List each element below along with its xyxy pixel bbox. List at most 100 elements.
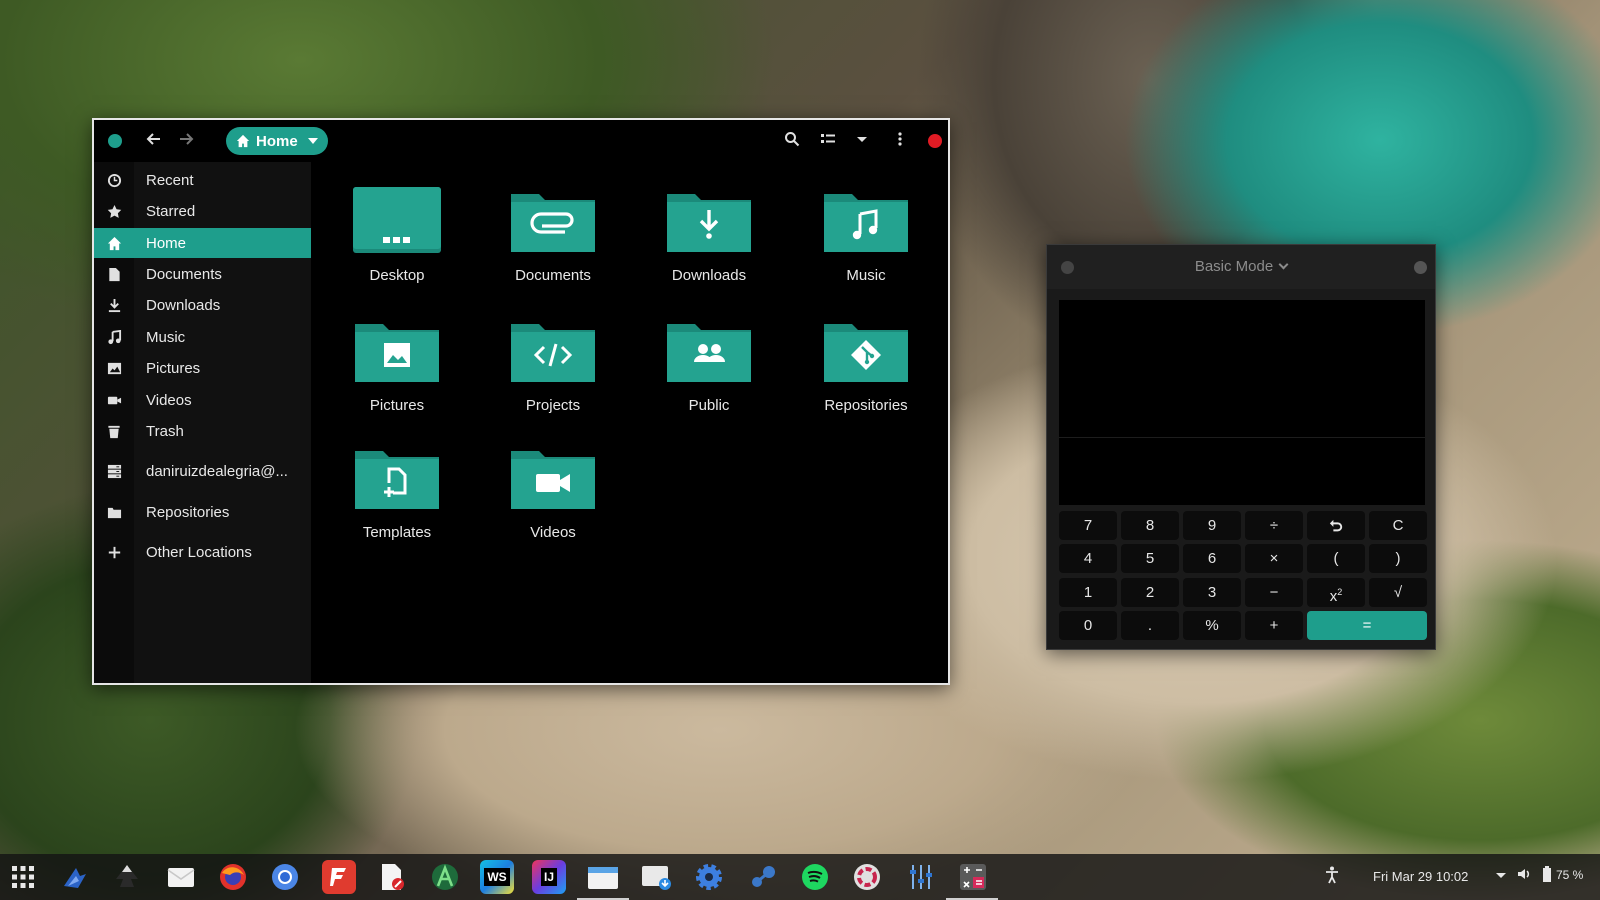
key-undo[interactable] <box>1307 511 1365 540</box>
people-icon <box>667 324 751 382</box>
back-arrow-icon[interactable] <box>144 131 164 151</box>
close-button[interactable] <box>928 134 942 148</box>
folder-documents[interactable]: Documents <box>478 186 628 306</box>
downloader-icon[interactable] <box>640 860 674 894</box>
folder-label: Documents <box>515 267 591 284</box>
sidebar-item-downloads[interactable]: Downloads <box>94 290 311 320</box>
view-options-dropdown-icon[interactable] <box>852 131 872 151</box>
key-2[interactable]: 2 <box>1121 578 1179 607</box>
folder-public[interactable]: Public <box>634 316 784 436</box>
calculator-icon[interactable] <box>956 860 990 894</box>
webstorm-icon[interactable]: WS <box>480 860 514 894</box>
list-view-icon[interactable] <box>818 131 838 151</box>
key-4[interactable]: 4 <box>1059 544 1117 573</box>
template-icon <box>355 451 439 509</box>
sidebar-item-label: Music <box>146 328 186 346</box>
tux-racer-icon[interactable] <box>58 860 92 894</box>
desktop-dots-icon <box>353 187 441 253</box>
key-1[interactable]: 1 <box>1059 578 1117 607</box>
window-menu-button[interactable] <box>108 134 122 148</box>
star-icon <box>94 204 134 219</box>
sidebar-item-home[interactable]: Home <box>94 228 311 258</box>
close-button[interactable] <box>1414 261 1427 274</box>
battery-icon[interactable] <box>1542 866 1552 885</box>
key-square-root[interactable]: √ <box>1369 578 1427 607</box>
sidebar-item-pictures[interactable]: Pictures <box>94 353 311 383</box>
key-3[interactable]: 3 <box>1183 578 1241 607</box>
filezilla-icon[interactable] <box>322 860 356 894</box>
android-studio-icon[interactable] <box>428 860 462 894</box>
mixer-icon[interactable] <box>904 860 938 894</box>
text-editor-icon[interactable] <box>374 860 408 894</box>
key-multiply[interactable]: × <box>1245 544 1303 573</box>
clock[interactable]: Fri Mar 29 10:02 <box>1373 869 1468 884</box>
paperclip-icon <box>511 194 595 252</box>
chromium-icon[interactable] <box>268 860 302 894</box>
app-grid-icon[interactable] <box>6 860 40 894</box>
folder-pictures[interactable]: Pictures <box>322 316 472 436</box>
key-6[interactable]: 6 <box>1183 544 1241 573</box>
forward-arrow-icon[interactable] <box>176 131 196 151</box>
sidebar-item-other-locations[interactable]: Other Locations <box>94 537 311 567</box>
key-subtract[interactable]: − <box>1245 578 1303 607</box>
sidebar-item-remote-server[interactable]: daniruizdealegria@... <box>94 456 311 486</box>
sidebar-item-videos[interactable]: Videos <box>94 385 311 415</box>
sidebar-item-recent[interactable]: Recent <box>94 165 311 195</box>
steam-icon[interactable] <box>746 860 780 894</box>
key-5[interactable]: 5 <box>1121 544 1179 573</box>
folder-desktop[interactable]: Desktop <box>322 186 472 306</box>
key-divide[interactable]: ÷ <box>1245 511 1303 540</box>
kebab-menu-icon[interactable] <box>890 131 910 151</box>
folder-projects[interactable]: Projects <box>478 316 628 436</box>
image-icon <box>355 324 439 382</box>
mode-selector[interactable]: Basic Mode <box>1047 258 1435 275</box>
sidebar-item-label: Videos <box>146 391 192 409</box>
folder-music[interactable]: Music <box>791 186 941 306</box>
network-dropdown-icon[interactable] <box>1494 868 1508 885</box>
key-open-paren[interactable]: ( <box>1307 544 1365 573</box>
folder-videos[interactable]: Videos <box>478 443 628 563</box>
battery-percentage: 75 % <box>1556 868 1584 882</box>
key-7[interactable]: 7 <box>1059 511 1117 540</box>
ubuntu-software-icon[interactable] <box>850 860 884 894</box>
folder-templates[interactable]: Templates <box>322 443 472 563</box>
sidebar-item-label: Repositories <box>146 503 230 521</box>
search-icon[interactable] <box>782 131 802 151</box>
key-percent[interactable]: % <box>1183 611 1241 640</box>
key-clear[interactable]: C <box>1369 511 1427 540</box>
places-sidebar: Recent Starred Home Documents Downloads … <box>94 162 311 683</box>
key-8[interactable]: 8 <box>1121 511 1179 540</box>
sidebar-item-music[interactable]: Music <box>94 322 311 352</box>
folder-downloads[interactable]: Downloads <box>634 186 784 306</box>
key-0[interactable]: 0 <box>1059 611 1117 640</box>
spotify-icon[interactable] <box>798 860 832 894</box>
display-divider <box>1059 437 1425 438</box>
sidebar-item-documents[interactable]: Documents <box>94 259 311 289</box>
key-9[interactable]: 9 <box>1183 511 1241 540</box>
files-icon[interactable] <box>586 860 620 894</box>
key-decimal[interactable]: . <box>1121 611 1179 640</box>
sidebar-item-label: Trash <box>146 422 184 440</box>
sidebar-item-repositories[interactable]: Repositories <box>94 497 311 527</box>
key-close-paren[interactable]: ) <box>1369 544 1427 573</box>
intellij-icon[interactable]: IJ <box>532 860 566 894</box>
sidebar-item-label: Recent <box>146 171 194 189</box>
key-square[interactable]: x2 <box>1307 578 1365 607</box>
key-add[interactable]: + <box>1245 611 1303 640</box>
firefox-icon[interactable] <box>216 860 250 894</box>
settings-gear-icon[interactable] <box>692 860 726 894</box>
accessibility-icon[interactable] <box>1324 866 1340 887</box>
mail-icon[interactable] <box>164 860 198 894</box>
calculator-keypad: 7 8 9 ÷ C 4 5 6 × ( ) 1 2 3 − x2 √ 0 . %… <box>1059 511 1427 640</box>
calculator-window: Basic Mode 7 8 9 ÷ C 4 5 6 × ( ) 1 2 3 −… <box>1046 244 1436 650</box>
folder-repositories[interactable]: Repositories <box>791 316 941 436</box>
music-note-icon <box>824 194 908 252</box>
key-equals[interactable]: = <box>1307 611 1427 640</box>
download-icon <box>94 298 134 313</box>
path-bar-home-button[interactable]: Home <box>226 127 328 155</box>
volume-icon[interactable] <box>1516 866 1532 885</box>
file-manager-window: Home Recent Starred Home Documents Downl… <box>92 118 950 685</box>
inkscape-icon[interactable] <box>110 860 144 894</box>
sidebar-item-starred[interactable]: Starred <box>94 196 311 226</box>
sidebar-item-trash[interactable]: Trash <box>94 416 311 446</box>
